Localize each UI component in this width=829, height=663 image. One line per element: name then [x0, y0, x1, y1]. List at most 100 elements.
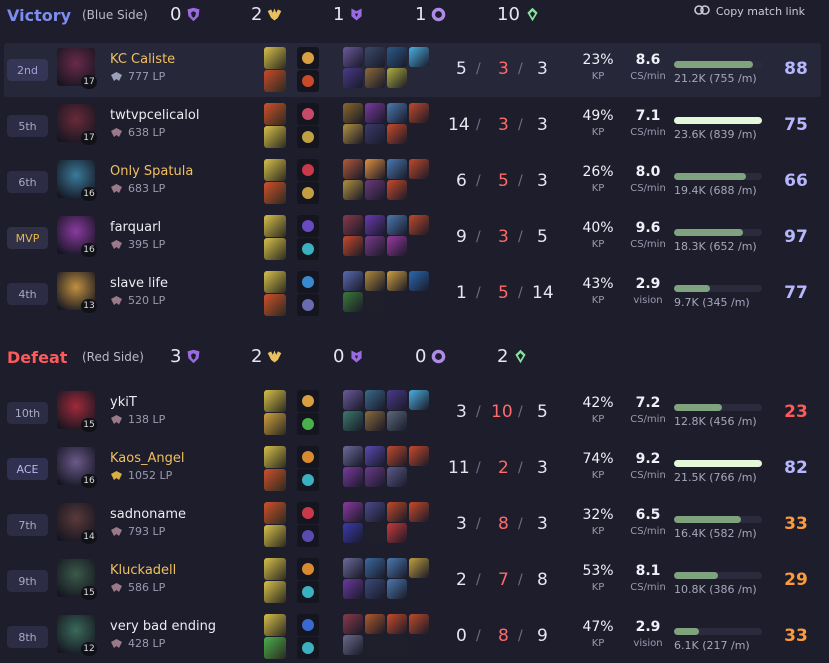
player-row[interactable]: 4th 13 slave life 520 LP 1 / 5 / 14 43% KP 2.9 visio…: [4, 267, 821, 321]
player-name[interactable]: ykiT: [110, 395, 137, 410]
rune-icon[interactable]: [297, 271, 319, 293]
item-icon[interactable]: [343, 292, 363, 312]
player-row[interactable]: 5th 17 twtvpcelicalol 638 LP 14 / 3 / 3 49% KP 7.1 C…: [4, 99, 821, 153]
rune-icon[interactable]: [297, 238, 319, 260]
summoner-spell-icon[interactable]: [264, 182, 286, 204]
summoner-spell-icon[interactable]: [264, 413, 286, 435]
item-icon[interactable]: [365, 103, 385, 123]
item-icon[interactable]: [343, 47, 363, 67]
item-icon[interactable]: [343, 215, 363, 235]
item-icon[interactable]: [387, 502, 407, 522]
summoner-spell-icon[interactable]: [264, 581, 286, 603]
player-row[interactable]: 2nd 17 KC Caliste 777 LP 5 / 3 / 3 23% KP 8.6 CS/min…: [4, 43, 821, 97]
item-icon[interactable]: [343, 446, 363, 466]
item-icon[interactable]: [343, 523, 363, 543]
item-icon[interactable]: [365, 502, 385, 522]
item-icon[interactable]: [365, 446, 385, 466]
item-icon[interactable]: [387, 68, 407, 88]
item-icon[interactable]: [365, 159, 385, 179]
item-icon[interactable]: [343, 614, 363, 634]
item-icon[interactable]: [387, 579, 407, 599]
item-icon[interactable]: [387, 558, 407, 578]
summoner-spell-icon[interactable]: [264, 159, 286, 181]
item-icon[interactable]: [343, 635, 363, 655]
item-icon[interactable]: [365, 47, 385, 67]
player-name[interactable]: twtvpcelicalol: [110, 108, 199, 123]
rune-icon[interactable]: [297, 390, 319, 412]
item-icon[interactable]: [343, 467, 363, 487]
item-icon[interactable]: [387, 215, 407, 235]
rune-icon[interactable]: [297, 637, 319, 659]
summoner-spell-icon[interactable]: [264, 215, 286, 237]
item-icon[interactable]: [387, 236, 407, 256]
player-name[interactable]: KC Caliste: [110, 52, 175, 67]
rune-icon[interactable]: [297, 159, 319, 181]
player-name[interactable]: very bad ending: [110, 619, 216, 634]
item-icon[interactable]: [365, 215, 385, 235]
item-icon[interactable]: [409, 47, 429, 67]
rune-icon[interactable]: [297, 294, 319, 316]
item-icon[interactable]: [343, 390, 363, 410]
item-icon[interactable]: [387, 390, 407, 410]
item-icon[interactable]: [387, 467, 407, 487]
summoner-spell-icon[interactable]: [264, 614, 286, 636]
player-name[interactable]: Only Spatula: [110, 164, 193, 179]
item-icon[interactable]: [343, 180, 363, 200]
item-icon[interactable]: [365, 635, 385, 655]
item-icon[interactable]: [343, 502, 363, 522]
item-icon[interactable]: [365, 411, 385, 431]
item-icon[interactable]: [365, 558, 385, 578]
item-icon[interactable]: [343, 124, 363, 144]
player-row[interactable]: 10th 15 ykiT 138 LP 3 / 10 / 5 42% KP 7.2 CS/min 12.8…: [4, 386, 821, 440]
summoner-spell-icon[interactable]: [264, 525, 286, 547]
item-icon[interactable]: [365, 68, 385, 88]
item-icon[interactable]: [409, 271, 429, 291]
item-icon[interactable]: [409, 390, 429, 410]
summoner-spell-icon[interactable]: [264, 126, 286, 148]
item-icon[interactable]: [343, 236, 363, 256]
player-name[interactable]: Kluckadell: [110, 563, 176, 578]
summoner-spell-icon[interactable]: [264, 47, 286, 69]
item-icon[interactable]: [365, 614, 385, 634]
item-icon[interactable]: [343, 68, 363, 88]
item-icon[interactable]: [409, 215, 429, 235]
item-icon[interactable]: [387, 614, 407, 634]
summoner-spell-icon[interactable]: [264, 558, 286, 580]
summoner-spell-icon[interactable]: [264, 271, 286, 293]
item-icon[interactable]: [365, 390, 385, 410]
rune-icon[interactable]: [297, 558, 319, 580]
item-icon[interactable]: [387, 47, 407, 67]
rune-icon[interactable]: [297, 581, 319, 603]
item-icon[interactable]: [387, 159, 407, 179]
item-icon[interactable]: [387, 103, 407, 123]
item-icon[interactable]: [365, 124, 385, 144]
item-icon[interactable]: [343, 271, 363, 291]
item-icon[interactable]: [387, 124, 407, 144]
player-name[interactable]: sadnoname: [110, 507, 186, 522]
summoner-spell-icon[interactable]: [264, 502, 286, 524]
rune-icon[interactable]: [297, 215, 319, 237]
item-icon[interactable]: [409, 446, 429, 466]
player-row[interactable]: MVP 16 farquarl 395 LP 9 / 3 / 5 40% KP 9.6 CS/min 18…: [4, 211, 821, 265]
player-row[interactable]: 6th 16 Only Spatula 683 LP 6 / 5 / 3 26% KP 8.0 CS/m…: [4, 155, 821, 209]
summoner-spell-icon[interactable]: [264, 103, 286, 125]
summoner-spell-icon[interactable]: [264, 637, 286, 659]
item-icon[interactable]: [343, 411, 363, 431]
player-name[interactable]: slave life: [110, 276, 168, 291]
player-row[interactable]: 7th 14 sadnoname 793 LP 3 / 8 / 3 32% KP 6.5 CS/min 1…: [4, 498, 821, 552]
player-row[interactable]: 9th 15 Kluckadell 586 LP 2 / 7 / 8 53% KP 8.1 CS/min…: [4, 554, 821, 608]
item-icon[interactable]: [409, 558, 429, 578]
player-row[interactable]: ACE 16 Kaos_Angel 1052 LP 11 / 2 / 3 74% KP 9.2 CS/m…: [4, 442, 821, 496]
item-icon[interactable]: [409, 159, 429, 179]
player-row[interactable]: 8th 12 very bad ending 428 LP 0 / 8 / 9 47% KP 2.9 v…: [4, 610, 821, 663]
item-icon[interactable]: [343, 103, 363, 123]
summoner-spell-icon[interactable]: [264, 238, 286, 260]
item-icon[interactable]: [365, 236, 385, 256]
item-icon[interactable]: [409, 502, 429, 522]
item-icon[interactable]: [343, 558, 363, 578]
item-icon[interactable]: [387, 446, 407, 466]
summoner-spell-icon[interactable]: [264, 446, 286, 468]
item-icon[interactable]: [365, 292, 385, 312]
summoner-spell-icon[interactable]: [264, 70, 286, 92]
rune-icon[interactable]: [297, 525, 319, 547]
